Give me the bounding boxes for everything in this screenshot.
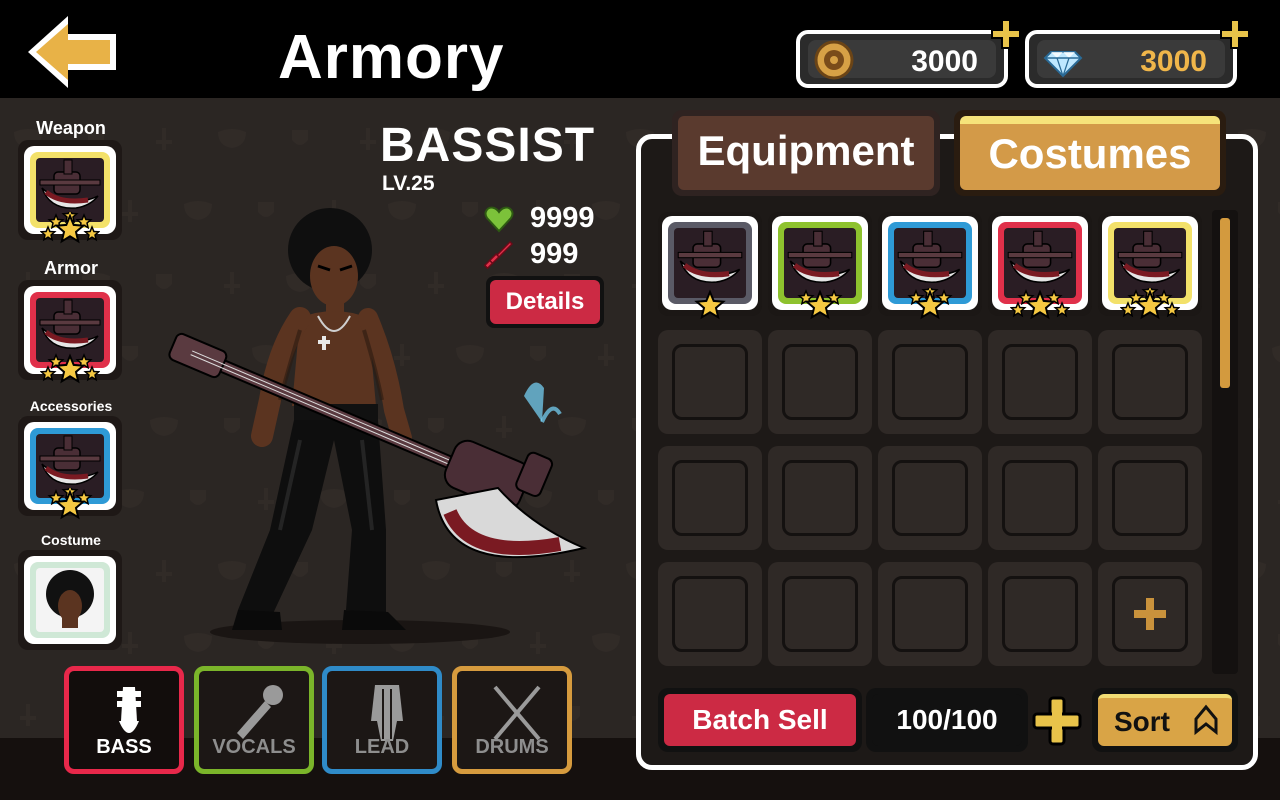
empty-inventory-slot[interactable] — [768, 562, 872, 666]
role-label: BASS — [96, 736, 152, 758]
weapon-slot[interactable] — [18, 140, 122, 244]
role-label: DRUMS — [475, 736, 549, 758]
empty-inventory-slot[interactable] — [988, 330, 1092, 434]
diamond-icon — [1043, 51, 1083, 78]
empty-inventory-slot[interactable] — [658, 562, 762, 666]
empty-inventory-slot[interactable] — [878, 330, 982, 434]
empty-inventory-slot[interactable] — [988, 562, 1092, 666]
tab-equipment-label: Equipment — [678, 116, 934, 190]
accessories-slot[interactable] — [18, 416, 122, 520]
back-arrow-icon — [28, 16, 116, 88]
back-button[interactable] — [24, 12, 120, 92]
bass-guitar-icon — [117, 687, 141, 733]
gem-counter: 3000 — [1025, 19, 1250, 88]
inventory-item[interactable] — [658, 212, 762, 320]
star-rating-icon — [40, 353, 100, 384]
star-rating-icon — [797, 289, 843, 320]
accessories-slot-label: Accessories — [29, 398, 113, 414]
background-glyph — [1270, 488, 1280, 510]
empty-inventory-slot[interactable] — [878, 562, 982, 666]
costume-slot-label: Costume — [41, 532, 101, 548]
character-name: BASSIST — [380, 119, 596, 172]
capacity-display: 100/100 — [866, 688, 1028, 752]
background-glyph — [12, 704, 44, 726]
armor-slot-label: Armor — [43, 258, 98, 278]
empty-inventory-slot[interactable] — [658, 330, 762, 434]
drumsticks-icon — [493, 685, 541, 741]
weapon-slot-label: Weapon — [36, 118, 106, 138]
plus-icon — [1134, 598, 1166, 630]
capacity-value: 100/100 — [872, 694, 1022, 746]
role-tab-bass[interactable]: BASS — [64, 666, 184, 774]
star-rating-icon — [694, 289, 726, 320]
guitar-headstock-icon — [371, 685, 403, 741]
inventory-item[interactable] — [768, 212, 872, 320]
empty-inventory-slot[interactable] — [1098, 330, 1202, 434]
empty-inventory-slot[interactable] — [658, 446, 762, 550]
star-rating-icon — [907, 288, 953, 320]
role-label: LEAD — [354, 736, 410, 758]
role-tab-lead[interactable]: LEAD — [322, 666, 442, 774]
coin-amount: 3000 — [911, 45, 978, 78]
role-tab-drums[interactable]: DRUMS — [452, 666, 572, 774]
batch-sell-button[interactable]: Batch Sell — [658, 688, 862, 752]
star-rating-icon — [47, 488, 93, 520]
tab-costumes-label: Costumes — [960, 116, 1220, 190]
empty-inventory-slot[interactable] — [1098, 446, 1202, 550]
sort-arrow-icon — [1194, 704, 1218, 736]
role-tab-vocals[interactable]: VOCALS — [194, 666, 314, 774]
bassist-character-illustration — [168, 208, 588, 644]
inventory-item[interactable] — [1098, 212, 1202, 320]
star-rating-icon — [1120, 288, 1180, 320]
batch-sell-label: Batch Sell — [664, 694, 856, 746]
add-coins-button[interactable] — [990, 18, 1022, 50]
empty-inventory-slot[interactable] — [768, 446, 872, 550]
empty-inventory-slot[interactable] — [768, 330, 872, 434]
inventory-item[interactable] — [878, 212, 982, 320]
star-rating-icon — [1010, 289, 1070, 320]
costume-slot[interactable] — [18, 550, 122, 650]
background-glyph — [216, 128, 248, 150]
background-glyph — [1270, 632, 1280, 654]
background-glyph — [148, 128, 180, 150]
coin-icon — [814, 40, 854, 80]
star-rating-icon — [40, 212, 100, 244]
background-glyph — [1270, 200, 1280, 222]
empty-inventory-slot[interactable] — [988, 446, 1092, 550]
sort-button[interactable]: Sort — [1092, 688, 1238, 752]
afro-head-icon — [36, 568, 104, 632]
background-glyph — [1270, 344, 1280, 366]
inventory-scrollbar[interactable] — [1212, 210, 1238, 674]
gem-amount: 3000 — [1140, 45, 1207, 78]
add-slot-button[interactable] — [1098, 562, 1202, 666]
microphone-icon — [237, 685, 283, 739]
scrollbar-thumb[interactable] — [1220, 218, 1230, 388]
tab-costumes[interactable]: Costumes — [954, 110, 1226, 196]
background-glyph — [284, 128, 316, 150]
armor-slot[interactable] — [18, 280, 122, 384]
expand-capacity-button[interactable] — [1030, 694, 1084, 748]
role-label: VOCALS — [212, 736, 296, 758]
inventory-item[interactable] — [988, 212, 1092, 320]
empty-inventory-slot[interactable] — [878, 446, 982, 550]
tab-equipment[interactable]: Equipment — [672, 110, 940, 196]
coin-counter: 3000 — [796, 19, 1021, 88]
page-title: Armory — [278, 23, 505, 92]
character-level: LV.25 — [382, 172, 435, 195]
add-gems-button[interactable] — [1219, 18, 1251, 50]
